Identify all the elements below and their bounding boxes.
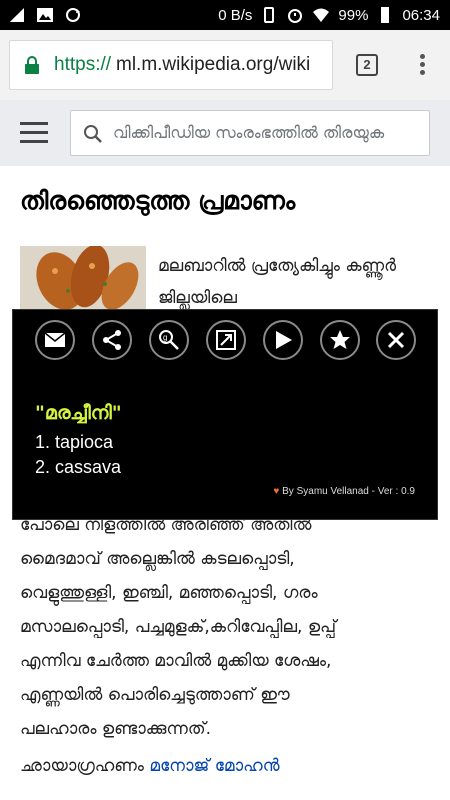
vibrate-icon <box>264 7 275 23</box>
signal-icon <box>10 8 24 22</box>
heart-icon: ♥ <box>273 486 280 497</box>
wiki-header: വിക്കിപീഡിയ സംരംഭത്തിൽ തിരയുക <box>0 100 450 166</box>
clock: 06:34 <box>402 6 440 24</box>
address-bar[interactable]: https:// ml.m.wikipedia.org/wiki <box>9 40 333 90</box>
definition-list: 1. tapioca 2. cassava <box>35 430 121 480</box>
body-line: മസാലപ്പൊടി, പച്ചമുളക്,കറിവേപ്പില, ഉപ്പ് <box>20 617 337 637</box>
mail-icon[interactable] <box>35 320 76 360</box>
share-icon[interactable] <box>92 320 133 360</box>
google-search-icon[interactable]: g <box>149 320 190 360</box>
credit-label: ഛായാഗ്രഹണം <box>20 756 144 776</box>
svg-text:g: g <box>163 333 167 342</box>
wifi-icon <box>313 8 330 22</box>
network-speed: 0 B/s <box>218 6 253 24</box>
url-scheme: https:// <box>54 54 112 75</box>
lookup-word: "മരച്ചീനി" <box>35 402 122 424</box>
sync-icon <box>66 8 80 22</box>
battery-icon <box>381 7 390 23</box>
popup-footer: ♥ By Syamu Vellanad - Ver : 0.9 <box>273 486 415 497</box>
hamburger-menu-icon[interactable] <box>20 122 48 144</box>
body-line: എന്നിവ ചേർത്ത മാവിൽ മുക്കിയ ശേഷം, <box>20 651 332 671</box>
overflow-menu-icon[interactable] <box>412 52 432 78</box>
body-line: എണ്ണയിൽ പൊരിച്ചെടുത്താണ് ഈ <box>20 685 290 705</box>
close-icon[interactable] <box>376 320 417 360</box>
search-placeholder: വിക്കിപീഡിയ സംരംഭത്തിൽ തിരയുക <box>113 123 385 142</box>
photo-credit: ഛായാഗ്രഹണം മനോജ് മോഹൻ <box>20 756 280 776</box>
expand-icon[interactable] <box>205 320 246 360</box>
image-notification-icon <box>37 8 53 22</box>
star-icon[interactable] <box>319 320 360 360</box>
credit-author-link[interactable]: മനോജ് മോഹൻ <box>149 756 279 776</box>
battery-percent: 99% <box>338 6 369 24</box>
article-body: പോലെ നീളത്തിൽ അരിഞ്ഞ് അതിൽ മൈദമാവ് അല്ലെ… <box>20 508 440 746</box>
lock-icon <box>25 56 39 74</box>
fried-snack-image <box>20 246 146 312</box>
status-bar: 0 B/s 99% 06:34 <box>0 0 450 30</box>
body-line: പലഹാരം ഉണ്ടാക്കുന്നത്. <box>20 719 212 739</box>
article-thumbnail[interactable] <box>20 246 146 312</box>
url-host: ml.m.wikipedia.org/wiki <box>116 54 311 75</box>
definition-item: 2. cassava <box>35 457 122 477</box>
alarm-icon <box>288 9 303 23</box>
body-line: വെളുത്തുള്ളി, ഇഞ്ചി, മഞ്ഞപ്പൊടി, ഗരം <box>20 583 318 603</box>
search-icon <box>84 125 102 143</box>
tabs-button[interactable]: 2 <box>356 54 378 76</box>
lead-paragraph: മലബാറിൽ പ്രത്യേകിച്ചും കണ്ണൂർ ജില്ലയിലെ <box>158 256 396 308</box>
definition-item: 1. tapioca <box>35 432 114 452</box>
browser-toolbar: https:// ml.m.wikipedia.org/wiki 2 <box>0 30 450 100</box>
search-input[interactable]: വിക്കിപീഡിയ സംരംഭത്തിൽ തിരയുക <box>70 110 430 156</box>
popup-toolbar: g <box>13 320 439 360</box>
play-store-icon[interactable] <box>262 320 303 360</box>
author-credit: By Syamu Vellanad - Ver : 0.9 <box>282 486 415 497</box>
page-title: തിരഞ്ഞെടുത്ത പ്രമാണം <box>20 186 296 215</box>
body-line: മൈദമാവ് അല്ലെങ്കിൽ കടലപ്പൊടി, <box>20 549 295 569</box>
dictionary-popup: g "മരച്ചീനി" 1. tapioca 2. cassava ♥ By … <box>12 309 438 520</box>
